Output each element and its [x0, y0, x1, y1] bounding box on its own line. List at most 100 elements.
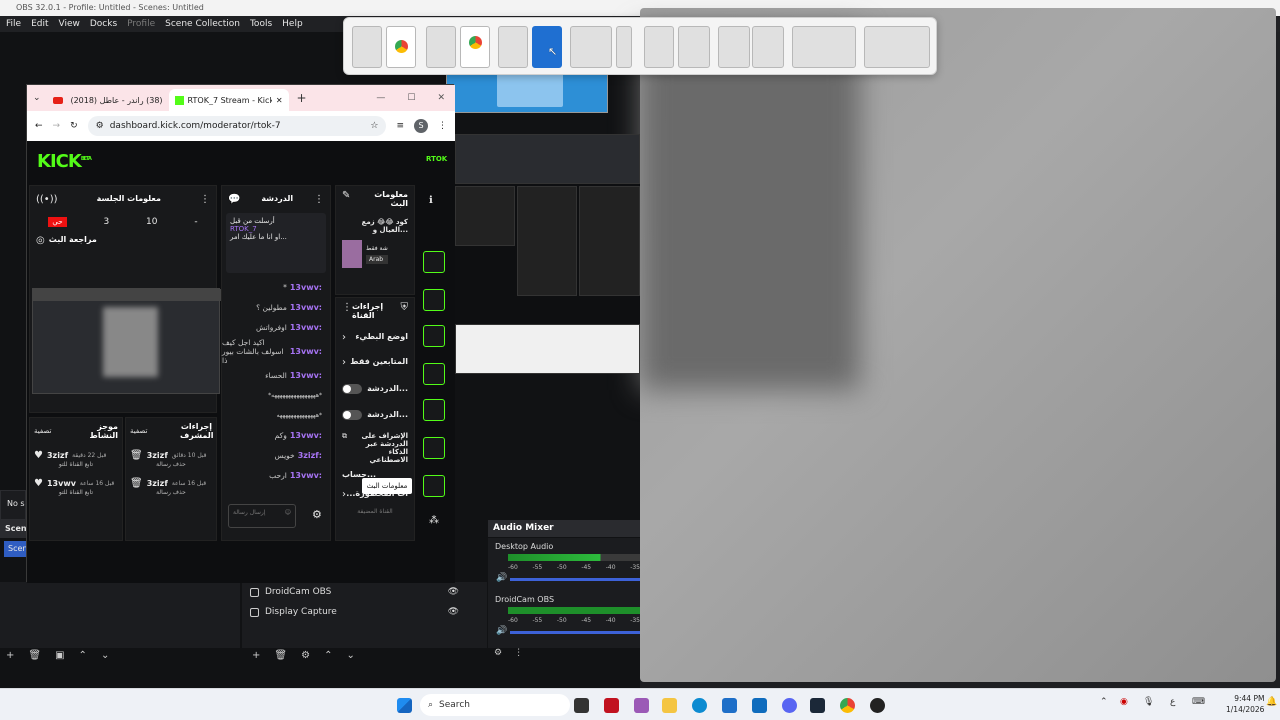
chrome-menu-icon[interactable]: ⋮	[438, 121, 447, 131]
rail-button-notes[interactable]	[423, 325, 445, 347]
close-tab-icon[interactable]: ✕	[276, 96, 283, 105]
add-scene-icon[interactable]: +	[6, 650, 14, 661]
edit-icon[interactable]: ✎	[342, 190, 350, 208]
snap-layout-option[interactable]	[644, 26, 674, 68]
channel-action-row[interactable]: الدردشة...	[336, 376, 414, 402]
close-icon[interactable]: ✕	[437, 93, 445, 103]
mixer-settings-icon[interactable]: ⚙	[494, 648, 502, 664]
rail-button-chat[interactable]	[423, 363, 445, 385]
reload-icon[interactable]: ↻	[70, 121, 78, 131]
emoji-icon[interactable]: ☺	[285, 509, 291, 523]
snap-layout-option[interactable]	[426, 26, 456, 68]
snap-layout-option[interactable]	[718, 26, 750, 68]
edge-icon[interactable]	[692, 698, 707, 713]
chat-settings-icon[interactable]: ⚙	[312, 508, 322, 521]
chevron-up-icon[interactable]: ⌃	[1100, 697, 1108, 707]
channel-avatar-badge[interactable]: RTOK	[426, 155, 447, 163]
toggle-switch[interactable]	[342, 384, 362, 394]
extensions-icon[interactable]: ≡	[396, 121, 404, 131]
remove-source-icon[interactable]: 🗑	[274, 650, 287, 661]
back-icon[interactable]: ←	[35, 121, 43, 131]
bookmark-star-icon[interactable]: ☆	[370, 121, 378, 131]
gear-icon[interactable]: ⚙	[301, 650, 310, 661]
input-language[interactable]: ع	[1170, 697, 1175, 707]
snap-layout-option[interactable]	[352, 26, 382, 68]
eye-icon[interactable]: 👁	[448, 587, 459, 597]
notification-icon[interactable]: 🔔	[1266, 697, 1277, 707]
maximize-icon[interactable]: ☐	[407, 93, 415, 103]
channel-action-row[interactable]: ⧉ الإشراف على الدردشة عبر الذكاء الاصطناع…	[336, 428, 414, 468]
rail-button-wrench[interactable]	[423, 475, 445, 497]
message-user[interactable]: 13vwv:	[290, 323, 322, 332]
filter-button[interactable]: تصفية	[130, 427, 147, 435]
source-row[interactable]: Display Capture 👁	[242, 602, 487, 622]
message-user[interactable]: 13vwv:	[290, 371, 322, 380]
snap-layout-option[interactable]	[678, 26, 710, 68]
eye-icon[interactable]: 👁	[448, 607, 459, 617]
menu-scene-collection[interactable]: Scene Collection	[165, 19, 240, 29]
forward-icon[interactable]: →	[53, 121, 61, 131]
menu-docks[interactable]: Docks	[90, 19, 117, 29]
mixer-menu-icon[interactable]: ⋮	[514, 648, 523, 664]
rail-button-lightning[interactable]	[423, 289, 445, 311]
copilot-icon[interactable]	[634, 698, 649, 713]
file-explorer-icon[interactable]	[662, 698, 677, 713]
rail-button-camera[interactable]	[423, 251, 445, 273]
menu-profile[interactable]: Profile	[127, 19, 155, 29]
store-icon[interactable]	[722, 698, 737, 713]
channel-action-row[interactable]: › المتابعين فقط	[336, 349, 414, 376]
menu-help[interactable]: Help	[282, 19, 303, 29]
snap-layout-option[interactable]	[570, 26, 612, 68]
windows-start-icon[interactable]	[397, 698, 412, 713]
info-icon[interactable]: ℹ	[429, 195, 433, 206]
new-tab-icon[interactable]: +	[289, 91, 307, 105]
message-user[interactable]: 3zizf:	[298, 451, 322, 460]
minimize-icon[interactable]: —	[376, 93, 385, 103]
snap-layout-option[interactable]	[616, 26, 632, 68]
snap-layout-option[interactable]	[460, 26, 490, 68]
address-bar[interactable]: ⚙ dashboard.kick.com/moderator/rtok-7 ☆	[87, 116, 387, 136]
snap-layout-option[interactable]	[864, 26, 930, 68]
speaker-icon[interactable]: 🔊	[496, 626, 507, 636]
tab-search-icon[interactable]: ⌄	[27, 93, 47, 103]
rail-button-broadcast[interactable]	[423, 399, 445, 421]
profile-avatar[interactable]: S	[414, 119, 428, 133]
snap-layout-option[interactable]	[386, 26, 416, 68]
tab-kick[interactable]: RTOK_7 Stream - Kick ✕	[168, 89, 289, 111]
taskbar-clock[interactable]: 9:44 PM 1/14/2026	[1226, 693, 1264, 715]
volume-slider[interactable]	[510, 578, 640, 581]
move-down-icon[interactable]: ⌄	[101, 650, 109, 661]
move-up-icon[interactable]: ⌃	[324, 650, 332, 661]
outlook-icon[interactable]	[752, 698, 767, 713]
message-user[interactable]: 13vwv:	[290, 347, 322, 356]
message-user[interactable]: 13vwv:	[290, 471, 322, 480]
filter-button[interactable]: تصفية	[34, 427, 51, 435]
move-down-icon[interactable]: ⌄	[346, 650, 354, 661]
panel-menu-icon[interactable]: ⋮	[342, 302, 352, 320]
menu-file[interactable]: File	[6, 19, 21, 29]
rail-button-clapper[interactable]	[423, 437, 445, 459]
remove-scene-icon[interactable]: 🗑	[28, 650, 41, 661]
snap-layout-option-selected[interactable]	[532, 26, 562, 68]
menu-tools[interactable]: Tools	[250, 19, 272, 29]
snap-layout-option[interactable]	[752, 26, 784, 68]
scene-item[interactable]: Scen	[4, 541, 27, 557]
chrome-icon[interactable]	[840, 698, 855, 713]
tab-youtube[interactable]: (38) راندر - عاطل (2018)	[47, 89, 169, 111]
move-up-icon[interactable]: ⌃	[79, 650, 87, 661]
message-user[interactable]: 13vwv:	[290, 431, 322, 440]
site-info-icon[interactable]: ⚙	[96, 121, 104, 131]
microphone-icon[interactable]: 🎙	[1143, 697, 1154, 707]
steam-icon[interactable]	[810, 698, 825, 713]
panel-menu-icon[interactable]: ⋮	[314, 194, 324, 205]
add-source-icon[interactable]: +	[252, 650, 260, 661]
message-user[interactable]: 13vwv:	[290, 303, 322, 312]
channel-action-row[interactable]: › اوضع البطيء	[336, 324, 414, 349]
tray-app-icon[interactable]: ◉	[1120, 697, 1128, 707]
menu-edit[interactable]: Edit	[31, 19, 48, 29]
pinned-message[interactable]: أرسلت من قبل RTOK_7 او انا ما عليك امر..…	[226, 213, 326, 273]
filter-scene-icon[interactable]: ▣	[55, 650, 64, 661]
stream-preview[interactable]	[32, 288, 221, 394]
taskbar-search[interactable]: ⌕ Search	[420, 694, 570, 716]
volume-slider[interactable]	[510, 631, 640, 634]
